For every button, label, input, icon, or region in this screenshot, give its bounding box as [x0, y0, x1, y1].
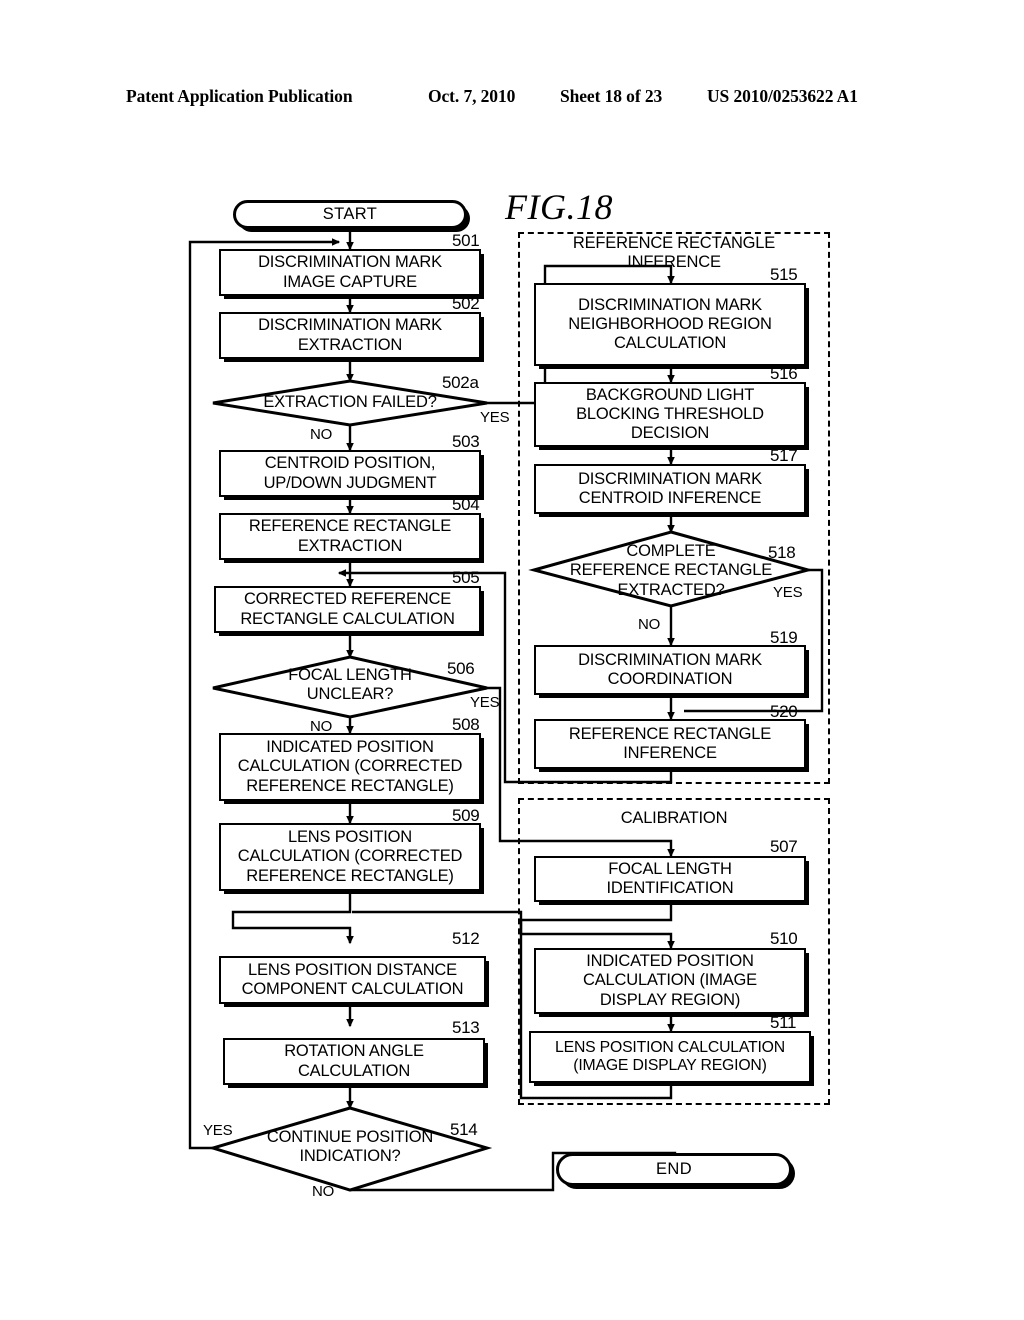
branch-label-518-no: NO [638, 616, 661, 633]
process-box-509: LENS POSITION CALCULATION (CORRECTED REF… [219, 823, 481, 891]
process-box-515: DISCRIMINATION MARK NEIGHBORHOOD REGION … [534, 283, 806, 366]
ref-numeral-515: 515 [770, 265, 798, 284]
process-box-502: DISCRIMINATION MARK EXTRACTION [219, 312, 481, 359]
ref-numeral-507: 507 [770, 837, 798, 856]
process-box-504: REFERENCE RECTANGLE EXTRACTION [219, 513, 481, 560]
ref-numeral-510: 510 [770, 929, 798, 948]
process-box-508: INDICATED POSITION CALCULATION (CORRECTE… [219, 733, 481, 801]
process-box-511: LENS POSITION CALCULATION (IMAGE DISPLAY… [529, 1031, 811, 1083]
branch-label-502a-yes: YES [480, 409, 510, 426]
flowchart-diagram: REFERENCE RECTANGLE INFERENCE CALIBRATIO… [0, 0, 1024, 1320]
decision-text-502a: EXTRACTION FAILED? [263, 393, 437, 412]
ref-numeral-520: 520 [770, 702, 798, 721]
wire-514-yes-loop-to-501 [188, 238, 341, 1150]
ref-numeral-502: 502 [452, 294, 480, 313]
ref-numeral-513: 513 [452, 1018, 480, 1037]
branch-label-518-yes: YES [773, 584, 803, 601]
branch-label-514-no: NO [312, 1183, 335, 1200]
connector-layer [188, 228, 824, 1192]
decision-shape-506 [212, 655, 488, 719]
process-box-503: CENTROID POSITION, UP/DOWN JUDGMENT [219, 450, 481, 497]
ref-numeral-514: 514 [450, 1120, 478, 1139]
ref-numeral-502a: 502a [442, 373, 479, 392]
ref-numeral-516: 516 [770, 364, 798, 383]
ref-numeral-505: 505 [452, 568, 480, 587]
ref-numeral-518: 518 [768, 543, 796, 562]
decision-text-514: CONTINUE POSITION INDICATION? [266, 1127, 434, 1165]
ref-numeral-501: 501 [452, 231, 480, 250]
process-box-517: DISCRIMINATION MARK CENTROID INFERENCE [534, 464, 806, 514]
process-box-512: LENS POSITION DISTANCE COMPONENT CALCULA… [219, 956, 486, 1004]
decision-text-506: FOCAL LENGTH UNCLEAR? [288, 665, 412, 703]
terminator-end: END [556, 1153, 792, 1186]
ref-numeral-511: 511 [770, 1013, 797, 1032]
group-title-calibration: CALIBRATION [620, 809, 728, 827]
branch-label-514-yes: YES [203, 1122, 233, 1139]
process-box-505: CORRECTED REFERENCE RECTANGLE CALCULATIO… [214, 586, 481, 633]
ref-numeral-508: 508 [452, 715, 480, 734]
ref-numeral-509: 509 [452, 806, 480, 825]
process-box-519: DISCRIMINATION MARK COORDINATION [534, 645, 806, 695]
process-box-516: BACKGROUND LIGHT BLOCKING THRESHOLD DECI… [534, 382, 806, 447]
process-box-501: DISCRIMINATION MARK IMAGE CAPTURE [219, 249, 481, 296]
branch-label-502a-no: NO [310, 426, 333, 443]
branch-label-506-no: NO [310, 718, 333, 735]
ref-numeral-503: 503 [452, 432, 480, 451]
ref-numeral-504: 504 [452, 495, 480, 514]
process-box-520: REFERENCE RECTANGLE INFERENCE [534, 719, 806, 769]
wire-509-to-512 [231, 890, 354, 945]
branch-label-506-yes: YES [470, 694, 500, 711]
ref-numeral-512: 512 [452, 929, 480, 948]
process-box-513: ROTATION ANGLE CALCULATION [223, 1038, 485, 1085]
ref-numeral-517: 517 [770, 446, 798, 465]
process-box-510: INDICATED POSITION CALCULATION (IMAGE DI… [534, 948, 806, 1014]
ref-numeral-519: 519 [770, 628, 798, 647]
decision-shape-514 [207, 1106, 493, 1192]
terminator-start: START [233, 200, 467, 229]
ref-numeral-506: 506 [447, 659, 475, 678]
process-box-507: FOCAL LENGTH IDENTIFICATION [534, 856, 806, 902]
